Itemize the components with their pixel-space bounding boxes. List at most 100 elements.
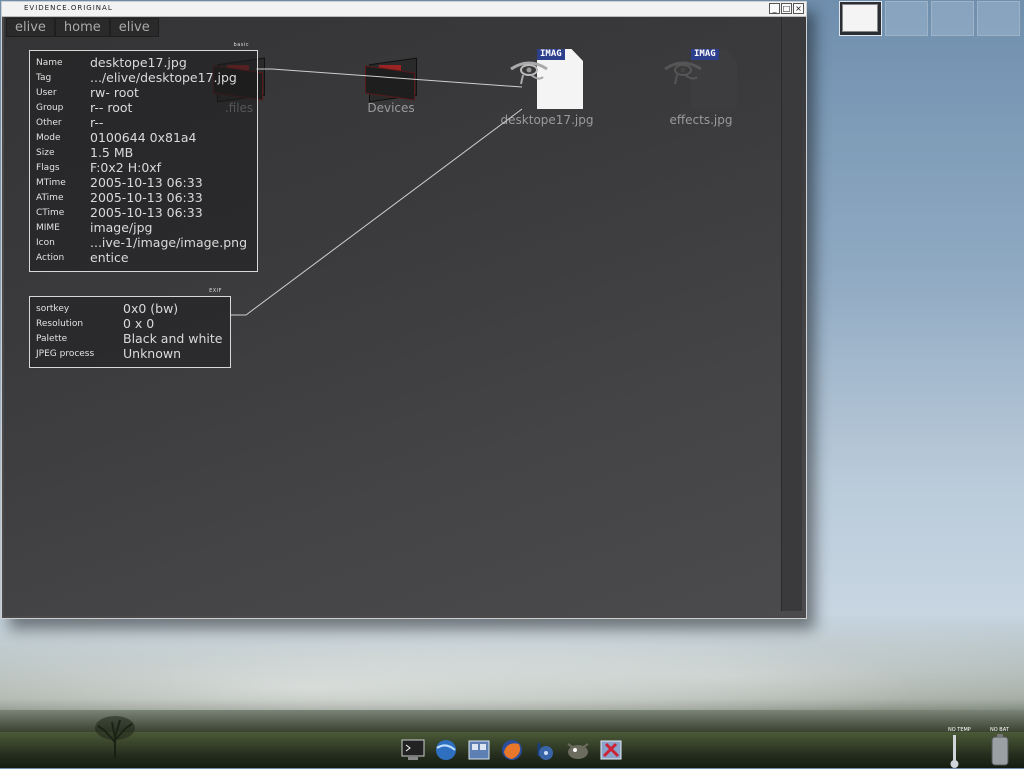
breadcrumb-home[interactable]: home [54, 18, 110, 37]
info-value: 2005-10-13 06:33 [90, 190, 203, 205]
network-icon[interactable] [433, 738, 459, 762]
tools-icon[interactable] [598, 738, 624, 762]
folder-icon [365, 55, 417, 103]
info-value: Black and white [123, 331, 223, 346]
exif-row-palette: Palette Black and white [30, 331, 230, 346]
desktop-2[interactable] [885, 1, 928, 36]
close-button[interactable]: × [793, 3, 804, 14]
info-row-user: User rw- root [30, 85, 257, 100]
panel-title: EXIF [209, 288, 222, 294]
info-key: Flags [36, 163, 60, 173]
info-key: MTime [36, 178, 66, 188]
info-key: ATime [36, 193, 64, 203]
info-row-mode: Mode 0100644 0x81a4 [30, 130, 257, 145]
info-key: Size [36, 148, 55, 158]
info-value: 0100644 0x81a4 [90, 130, 197, 145]
breadcrumb-elive-root[interactable]: elive [6, 18, 55, 37]
info-key: User [36, 88, 57, 98]
terminal-icon[interactable] [400, 738, 426, 762]
minimize-button[interactable]: _ [769, 3, 780, 14]
info-key: MIME [36, 223, 60, 233]
exif-row-jpeg-process: JPEG process Unknown [30, 346, 230, 361]
info-value: 0 x 0 [123, 316, 155, 331]
desktop-1[interactable] [839, 1, 882, 36]
info-key: Name [36, 58, 63, 68]
info-key: Group [36, 103, 64, 113]
info-key: Action [36, 253, 65, 263]
info-row-ctime: CTime 2005-10-13 06:33 [30, 205, 257, 220]
file-desktope17[interactable]: IMAG desktope17.jpg [492, 49, 602, 127]
info-row-icon: Icon ...ive-1/image/image.png [30, 235, 257, 250]
battery-label: NO BAT [990, 727, 1009, 733]
info-key: sortkey [36, 304, 70, 314]
info-row-action: Action entice [30, 250, 257, 265]
info-row-mtime: MTime 2005-10-13 06:33 [30, 175, 257, 190]
info-key: Other [36, 118, 62, 128]
window-title: EVIDENCE.ORIGINAL [24, 4, 113, 12]
info-value: F:0x2 H:0xf [90, 160, 162, 175]
vertical-scrollbar[interactable] [781, 17, 802, 611]
eye-icon [510, 61, 548, 85]
temperature-gadget[interactable]: NO TEMP [948, 727, 971, 769]
file-label: Devices [367, 101, 415, 115]
audio-player-icon[interactable] [532, 738, 558, 762]
file-effects[interactable]: IMAG effects.jpg [646, 49, 756, 127]
file-manager-window: EVIDENCE.ORIGINAL _ □ × elive home elive… [1, 1, 807, 619]
panel-title: basic [233, 42, 249, 48]
info-row-other: Other r-- [30, 115, 257, 130]
info-row-tag: Tag .../elive/desktope17.jpg [30, 70, 257, 85]
exif-row-resolution: Resolution 0 x 0 [30, 316, 230, 331]
info-value: r-- root [90, 100, 133, 115]
info-value: image/jpg [90, 220, 153, 235]
info-row-atime: ATime 2005-10-13 06:33 [30, 190, 257, 205]
info-key: Mode [36, 133, 61, 143]
info-row-name: Name desktope17.jpg [30, 55, 257, 70]
image-file-icon: IMAG [661, 49, 741, 111]
info-key: CTime [36, 208, 65, 218]
maximize-button[interactable]: □ [781, 3, 792, 14]
file-manager-icon[interactable] [466, 738, 492, 762]
exif-row-sortkey: sortkey 0x0 (bw) [30, 301, 230, 316]
launcher-dock [400, 738, 624, 762]
info-row-group: Group r-- root [30, 100, 257, 115]
desktop-1-window-preview [842, 4, 878, 32]
gimp-icon[interactable] [565, 738, 591, 762]
info-value: 1.5 MB [90, 145, 134, 160]
info-value: 0x0 (bw) [123, 301, 179, 316]
eye-icon [664, 61, 702, 85]
desktop-3[interactable] [931, 1, 974, 36]
info-value: desktope17.jpg [90, 55, 187, 70]
firefox-icon[interactable] [499, 738, 525, 762]
info-value: 2005-10-13 06:33 [90, 175, 203, 190]
info-row-size: Size 1.5 MB [30, 145, 257, 160]
breadcrumb-elive-current[interactable]: elive [109, 18, 159, 37]
info-key: Tag [36, 73, 52, 83]
image-file-icon: IMAG [507, 49, 587, 111]
info-value: r-- [90, 115, 104, 130]
desktop-4[interactable] [977, 1, 1020, 36]
info-value: ...ive-1/image/image.png [90, 235, 248, 250]
info-value: 2005-10-13 06:33 [90, 205, 203, 220]
breadcrumb: elive home elive [6, 18, 159, 37]
tree-silhouette [95, 716, 135, 758]
info-row-flags: Flags F:0x2 H:0xf [30, 160, 257, 175]
info-value: rw- root [90, 85, 139, 100]
window-titlebar[interactable]: EVIDENCE.ORIGINAL _ □ × [2, 2, 806, 17]
info-row-mime: MIME image/jpg [30, 220, 257, 235]
temperature-label: NO TEMP [948, 727, 971, 733]
exif-info-panel: EXIF sortkey 0x0 (bw) Resolution 0 x 0 Pal… [29, 288, 231, 368]
info-value: .../elive/desktope17.jpg [90, 70, 237, 85]
battery-icon [991, 734, 1009, 766]
basic-info-panel: basic Name desktope17.jpg Tag .../elive/de… [29, 42, 258, 272]
info-value: Unknown [123, 346, 182, 361]
window-controls: _ □ × [769, 3, 804, 14]
folder-devices[interactable]: Devices [336, 55, 446, 115]
info-key: JPEG process [36, 349, 95, 359]
info-key: Palette [36, 334, 68, 344]
battery-gadget[interactable]: NO BAT [990, 727, 1010, 769]
thermometer-icon [950, 735, 959, 768]
info-value: entice [90, 250, 129, 265]
file-view[interactable]: elive home elive .files Devices IMAG [4, 17, 806, 616]
file-label: desktope17.jpg [500, 113, 594, 127]
file-label: effects.jpg [669, 113, 733, 127]
